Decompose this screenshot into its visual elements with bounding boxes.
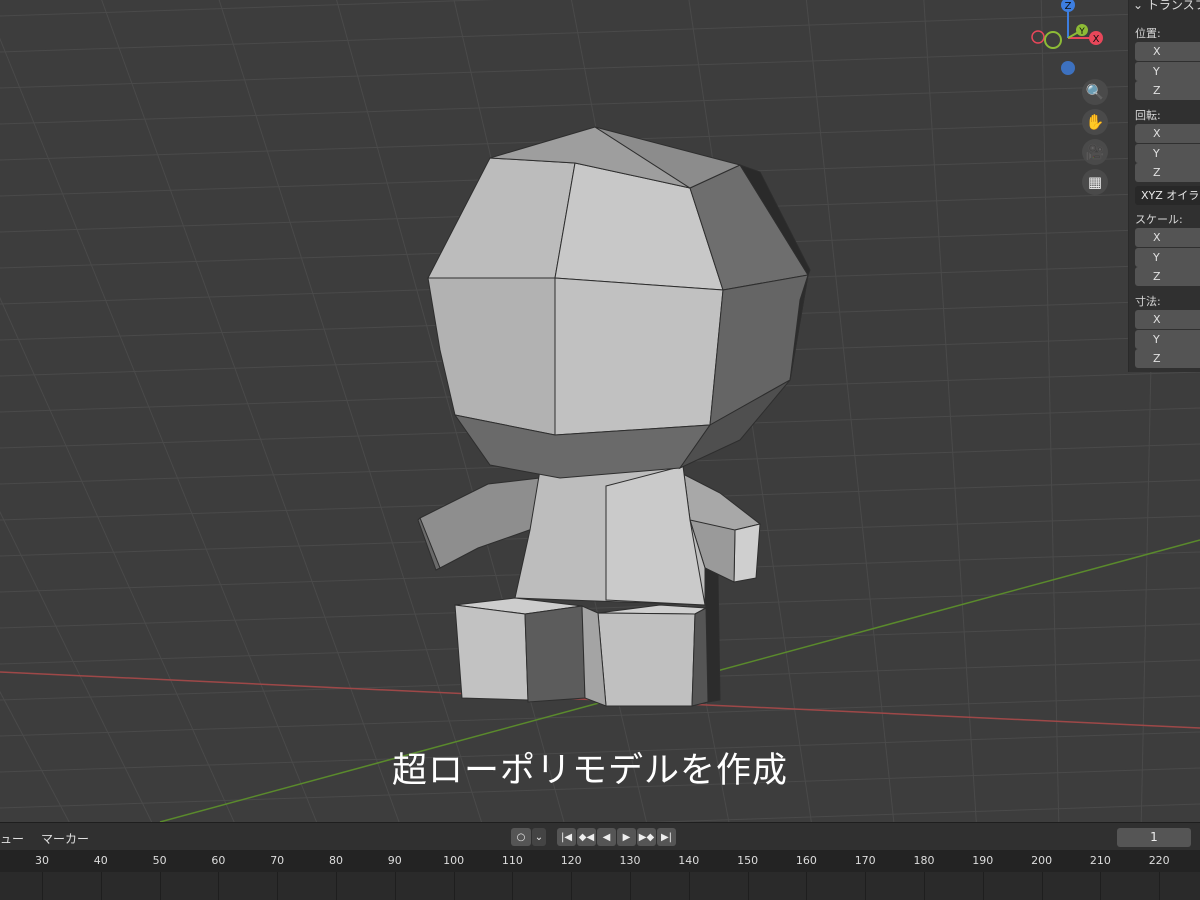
timeline-tick-label: 70: [270, 854, 285, 867]
timeline-tick-label: 40: [93, 854, 108, 867]
timeline-gridline: [982, 872, 984, 900]
timeline-gridline: [159, 872, 161, 900]
scale-label: スケール:: [1135, 213, 1183, 226]
prev-keyframe-icon[interactable]: ◆◀: [577, 828, 596, 846]
timeline-gridline: [1159, 872, 1161, 900]
location-label: 位置:: [1135, 27, 1161, 40]
timeline-tick-label: 90: [387, 854, 402, 867]
timeline-gridline: [630, 872, 631, 900]
rotation-x-field[interactable]: X: [1135, 124, 1200, 143]
dimensions-label: 寸法:: [1135, 295, 1161, 308]
timeline-tick-label: 60: [211, 854, 226, 867]
timeline-gridline: [336, 872, 337, 900]
timeline-tick-label: 160: [795, 854, 817, 867]
current-frame-field[interactable]: 1: [1117, 828, 1191, 847]
dimensions-x-field[interactable]: X: [1135, 310, 1200, 329]
timeline-gridline: [218, 872, 220, 900]
timeline-tick-label: 100: [443, 854, 465, 867]
timeline-gridline: [571, 872, 573, 900]
timeline-gridline: [806, 872, 808, 900]
timeline-tick-label: 50: [152, 854, 167, 867]
scale-z-field[interactable]: Z: [1135, 267, 1200, 286]
dimensions-y-field[interactable]: Y: [1135, 330, 1200, 349]
timeline-gridline: [924, 872, 925, 900]
play-reverse-icon[interactable]: ◀: [597, 828, 616, 846]
rotation-y-field[interactable]: Y: [1135, 144, 1200, 163]
timeline-tick-label: 200: [1031, 854, 1053, 867]
3d-viewport[interactable]: Z X Y 🔍 ✋ 🎥 ▦ 超ローポリモデルを作成: [0, 0, 1200, 822]
play-icon[interactable]: ▶: [617, 828, 636, 846]
timeline-tick-label: 190: [972, 854, 994, 867]
timeline-gridline: [453, 872, 455, 900]
rotation-z-field[interactable]: Z: [1135, 163, 1200, 182]
rotation-label: 回転:: [1135, 109, 1161, 122]
location-x-field[interactable]: X: [1135, 42, 1200, 61]
dimensions-z-field[interactable]: Z: [1135, 349, 1200, 368]
timeline-tick-label: 110: [501, 854, 523, 867]
timeline-tick-label: 150: [737, 854, 759, 867]
timeline-gridline: [512, 872, 514, 900]
caption-text: 超ローポリモデルを作成: [391, 751, 788, 791]
timeline-tick-label: 130: [619, 854, 641, 867]
timeline-gridline: [747, 872, 749, 900]
grid-ortho-icon[interactable]: ▦: [1082, 169, 1108, 195]
menu-view[interactable]: ビュー: [0, 830, 24, 847]
timeline-ruler[interactable]: 30 40 50 60 70 80 90 100 110 120 130 140 150 160 170 18…: [0, 850, 1200, 872]
lowpoly-character[interactable]: [417, 126, 811, 707]
location-z-field[interactable]: Z: [1135, 81, 1200, 100]
timeline-header: ビュー マーカー ○ ⌄ |◀ ◆◀ ◀ ▶ ▶◆ ▶| 1: [0, 822, 1200, 850]
timeline-tick-label: 180: [913, 854, 935, 867]
scale-y-field[interactable]: Y: [1135, 248, 1200, 267]
timeline-track[interactable]: [0, 872, 1200, 900]
timeline-gridline: [1041, 872, 1043, 900]
timeline-tick-label: 220: [1148, 854, 1170, 867]
timeline-gridline: [1100, 872, 1102, 900]
timeline-tick-label: 210: [1089, 854, 1111, 867]
rotation-mode-select[interactable]: XYZ オイラ: [1135, 186, 1200, 205]
gizmo-x-label: X: [1093, 34, 1100, 45]
location-y-field[interactable]: Y: [1135, 62, 1200, 81]
scale-x-field[interactable]: X: [1135, 228, 1200, 247]
timeline-gridline: [42, 872, 43, 900]
timeline-tick-label: 170: [854, 854, 876, 867]
timeline-gridline: [865, 872, 867, 900]
pan-hand-icon[interactable]: ✋: [1082, 109, 1108, 135]
jump-start-icon[interactable]: |◀: [557, 828, 576, 846]
collapse-chevron-icon[interactable]: ⌄: [1133, 0, 1147, 12]
timeline-gridline: [394, 872, 396, 900]
transform-panel: ⌄ トランスフ 位置: X Y Z 回転: X Y Z XYZ オイラ スケール…: [1128, 0, 1200, 372]
camera-icon[interactable]: 🎥: [1082, 139, 1108, 165]
timeline-tick-label: 140: [678, 854, 700, 867]
next-keyframe-icon[interactable]: ▶◆: [637, 828, 656, 846]
menu-marker[interactable]: マーカー: [41, 830, 89, 847]
zoom-icon[interactable]: 🔍: [1082, 79, 1108, 105]
jump-end-icon[interactable]: ▶|: [657, 828, 676, 846]
chevron-down-icon[interactable]: ⌄: [532, 828, 546, 846]
record-icon[interactable]: ○: [511, 828, 531, 846]
timeline-tick-label: 120: [560, 854, 582, 867]
gizmo-z-label: Z: [1065, 1, 1072, 12]
timeline-tick-label: 80: [329, 854, 343, 867]
timeline-gridline: [100, 872, 102, 900]
timeline-gridline: [688, 872, 690, 900]
transform-panel-header[interactable]: ⌄ トランスフ: [1133, 0, 1200, 13]
viewport-scene: [0, 0, 1200, 822]
timeline-gridline: [277, 872, 279, 900]
timeline-tick-label: 30: [35, 854, 49, 867]
gizmo-y-label: Y: [1078, 27, 1085, 37]
navigation-gizmo[interactable]: Z X Y: [1024, 0, 1114, 80]
